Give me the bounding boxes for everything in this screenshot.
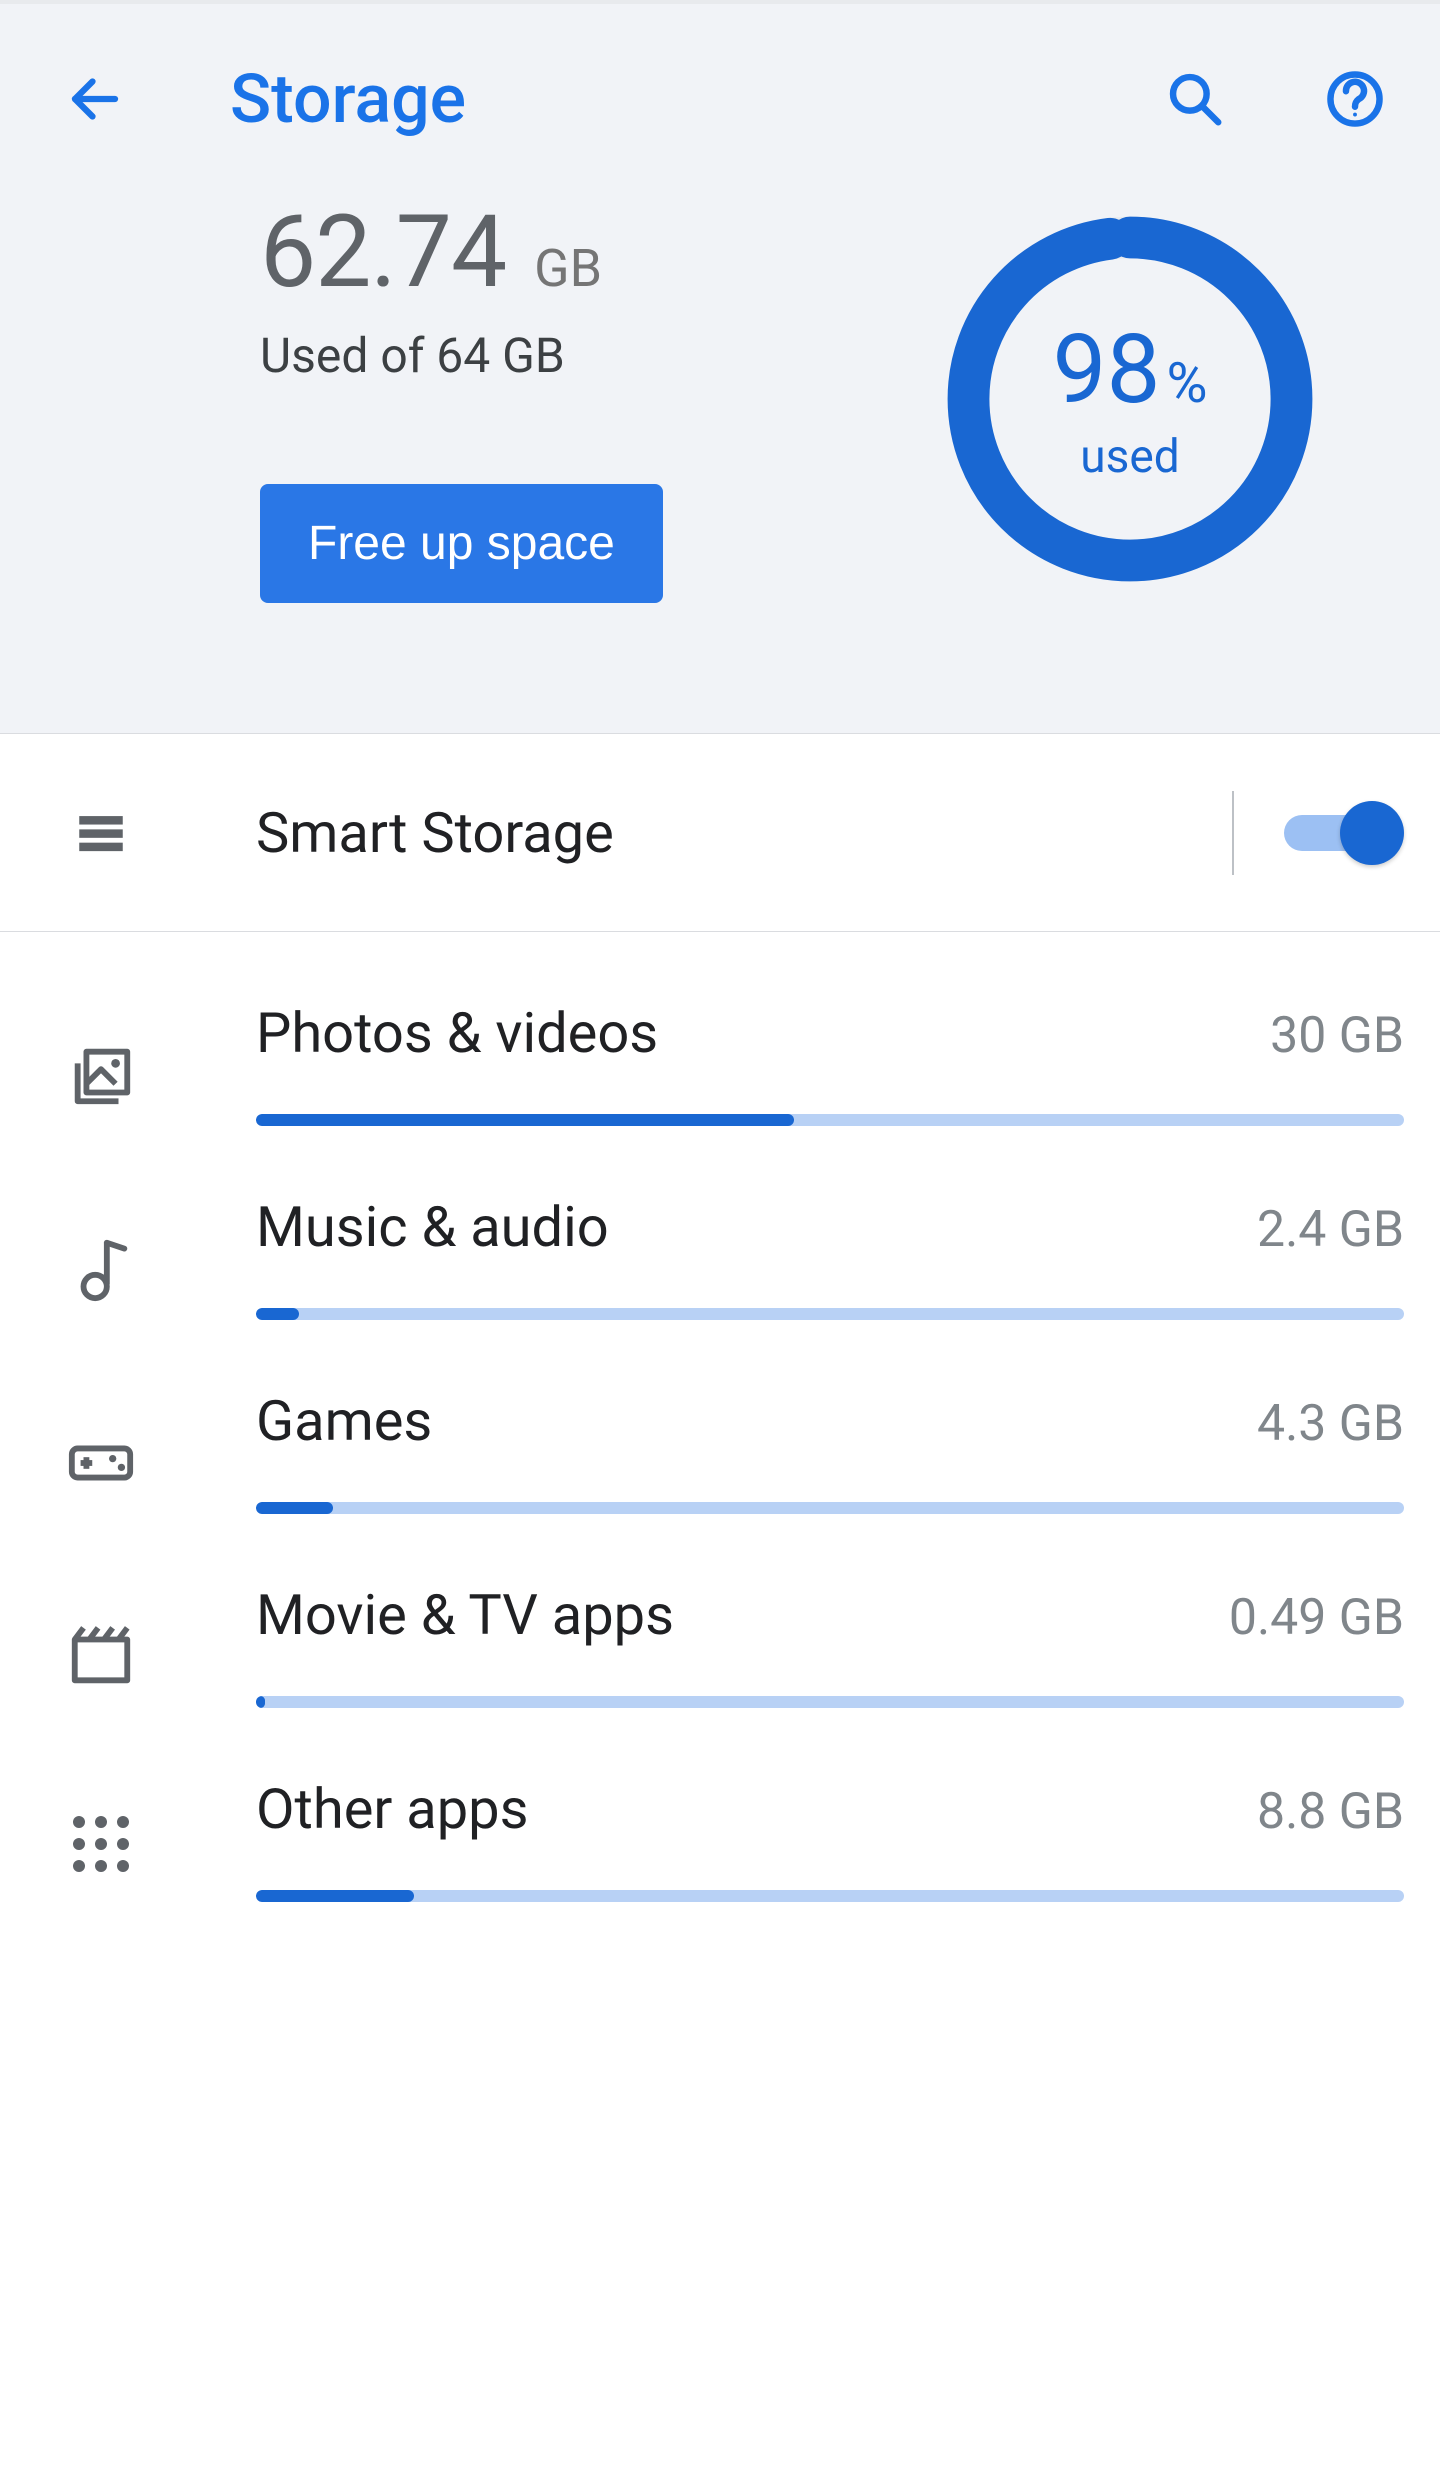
- category-size: 30 GB: [1270, 1007, 1404, 1065]
- category-games[interactable]: Games 4.3 GB: [0, 1320, 1440, 1514]
- ring-sublabel: used: [1080, 430, 1179, 484]
- category-photos-videos[interactable]: Photos & videos 30 GB: [0, 932, 1440, 1126]
- category-music-audio[interactable]: Music & audio 2.4 GB: [0, 1126, 1440, 1320]
- category-bar-fill: [256, 1114, 794, 1126]
- category-bar: [256, 1114, 1404, 1126]
- storage-ring-chart: 98 % used: [940, 209, 1320, 589]
- category-bar: [256, 1502, 1404, 1514]
- ring-percent-value: 98: [1053, 314, 1161, 426]
- category-bar: [256, 1696, 1404, 1708]
- divider: [1232, 791, 1234, 875]
- search-button[interactable]: [1160, 64, 1230, 134]
- category-bar: [256, 1308, 1404, 1320]
- ring-percent-symbol: %: [1166, 350, 1207, 416]
- storage-capacity-label: Used of 64 GB: [260, 327, 663, 384]
- category-size: 4.3 GB: [1257, 1395, 1404, 1453]
- storage-manager-icon: [56, 804, 146, 862]
- category-name: Other apps: [256, 1776, 529, 1842]
- music-icon: [56, 1234, 146, 1304]
- smart-storage-label: Smart Storage: [256, 800, 1232, 866]
- storage-summary: 62.74 GB Used of 64 GB Free up space 98 …: [0, 194, 1440, 603]
- games-icon: [56, 1428, 146, 1498]
- category-list: Photos & videos 30 GB Music & audio 2.4 …: [0, 932, 1440, 1902]
- category-name: Photos & videos: [256, 1000, 658, 1066]
- category-size: 0.49 GB: [1229, 1589, 1404, 1647]
- category-name: Movie & TV apps: [256, 1582, 674, 1648]
- storage-header-section: Storage 62.74 GB Used o: [0, 0, 1440, 734]
- page-title: Storage: [230, 59, 1160, 139]
- category-size: 8.8 GB: [1257, 1783, 1404, 1841]
- category-bar: [256, 1890, 1404, 1902]
- smart-storage-row[interactable]: Smart Storage: [0, 734, 1440, 932]
- help-icon: [1324, 68, 1386, 130]
- movie-icon: [56, 1622, 146, 1692]
- category-name: Games: [256, 1388, 432, 1454]
- category-name: Music & audio: [256, 1194, 609, 1260]
- app-bar: Storage: [0, 4, 1440, 194]
- back-button[interactable]: [60, 64, 130, 134]
- category-other-apps[interactable]: Other apps 8.8 GB: [0, 1708, 1440, 1902]
- photos-icon: [56, 1040, 146, 1110]
- category-bar-fill: [256, 1890, 414, 1902]
- category-bar-fill: [256, 1502, 333, 1514]
- apps-icon: [56, 1816, 146, 1872]
- category-bar-fill: [256, 1696, 265, 1708]
- arrow-left-icon: [65, 69, 125, 129]
- free-up-space-button[interactable]: Free up space: [260, 484, 663, 603]
- smart-storage-toggle[interactable]: [1284, 801, 1404, 865]
- search-icon: [1164, 68, 1226, 130]
- category-bar-fill: [256, 1308, 299, 1320]
- storage-used-value: 62.74: [260, 194, 506, 311]
- category-movie-tv[interactable]: Movie & TV apps 0.49 GB: [0, 1514, 1440, 1708]
- storage-used-unit: GB: [534, 238, 602, 299]
- help-button[interactable]: [1320, 64, 1390, 134]
- category-size: 2.4 GB: [1257, 1201, 1404, 1259]
